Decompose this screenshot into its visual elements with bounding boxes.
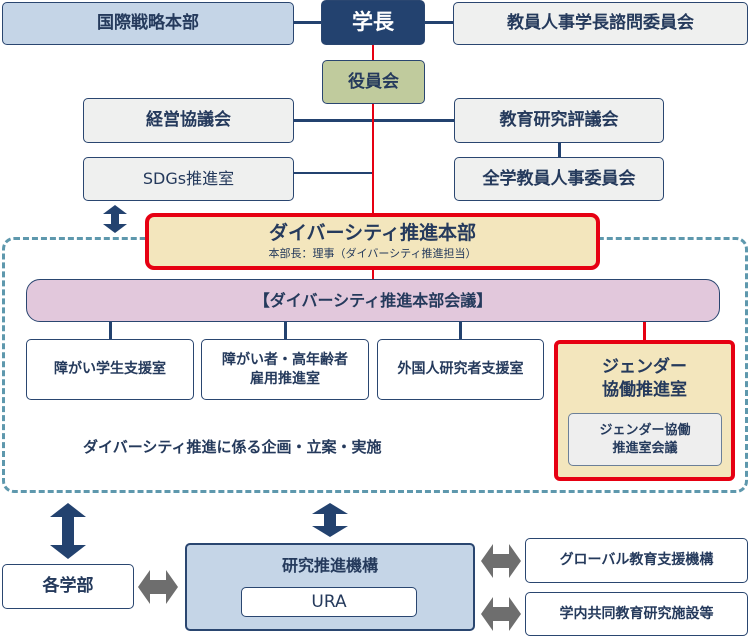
diversity-hq-box: ダイバーシティ推進本部 本部長：理事（ダイバーシティ推進担当）	[145, 213, 600, 270]
sdgs-double-arrow-icon	[103, 205, 127, 233]
education-council-box: 教育研究評議会	[454, 98, 664, 143]
office-employment: 障がい者・高年齢者 雇用推進室	[201, 339, 369, 400]
faculties-research-arrow-icon	[138, 570, 178, 604]
research-double-arrow-icon	[312, 503, 348, 537]
mission-text: ダイバーシティ推進に係る企画・立案・実施	[83, 438, 382, 456]
connector	[294, 119, 454, 122]
advisory-committee-box: 教員人事学長諮問委員会	[453, 2, 748, 45]
office-foreign-researchers: 外国人研究者支援室	[377, 339, 544, 400]
ura-box: URA	[241, 587, 417, 617]
faculty-committee-box: 全学教員人事委員会	[454, 157, 664, 201]
shared-facilities-arrow-icon	[481, 597, 521, 631]
hq-subtitle: 本部長：理事（ダイバーシティ推進担当）	[268, 246, 477, 260]
intl-strategy-box: 国際戦略本部	[2, 2, 294, 45]
sdgs-box: SDGs推進室	[83, 157, 294, 201]
board-box: 役員会	[322, 60, 425, 104]
global-education-box: グローバル教育支援機構	[525, 538, 748, 583]
shared-facilities-box: 学内共同教育研究施設等	[525, 592, 748, 636]
global-arrow-icon	[481, 544, 521, 578]
faculties-double-arrow-icon	[50, 503, 86, 559]
faculties-box: 各学部	[2, 564, 134, 609]
hq-meeting-bar: 【ダイバーシティ推進本部会議】	[26, 279, 720, 322]
connector	[294, 172, 374, 174]
gender-meeting-box: ジェンダー協働 推進室会議	[568, 413, 722, 466]
gender-office-title: ジェンダー 協働推進室	[602, 357, 687, 400]
hq-title: ダイバーシティ推進本部	[268, 222, 477, 245]
office-disabled-students: 障がい学生支援室	[26, 339, 194, 400]
president-box: 学長	[321, 0, 425, 45]
management-council-box: 経営協議会	[83, 98, 294, 143]
connector	[558, 143, 561, 157]
research-org-title: 研究推進機構	[281, 556, 378, 575]
